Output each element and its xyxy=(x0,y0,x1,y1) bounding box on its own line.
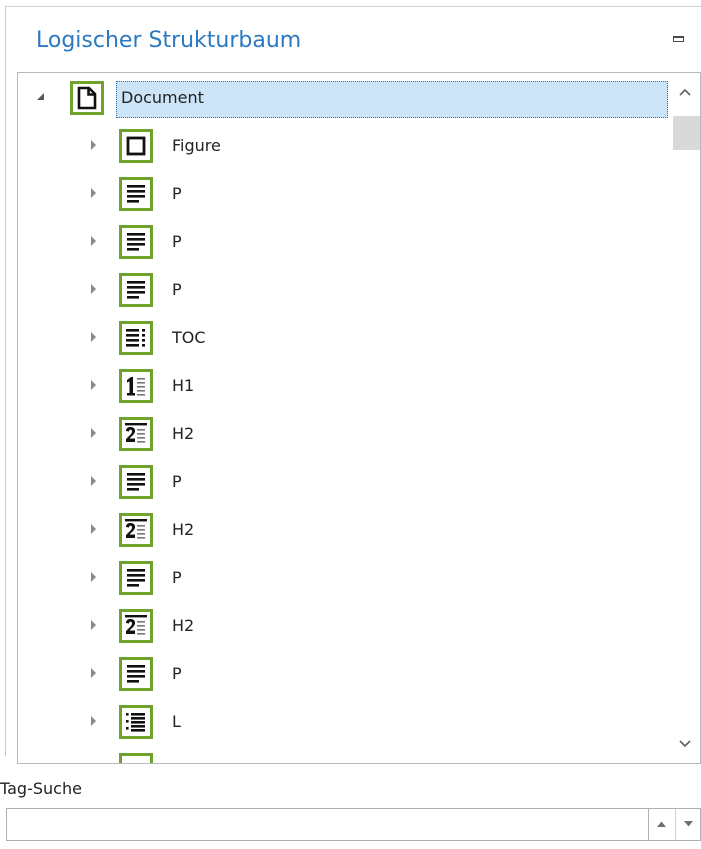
expand-arrow-icon[interactable] xyxy=(91,524,96,534)
previous-match-button[interactable] xyxy=(649,809,674,840)
panel-title: Logischer Strukturbaum xyxy=(36,28,302,53)
scroll-up-icon[interactable] xyxy=(678,85,692,99)
paragraph-icon xyxy=(119,657,153,691)
paragraph-icon xyxy=(119,561,153,595)
tree-node-label: P xyxy=(172,232,182,251)
triangle-down-icon xyxy=(684,821,693,827)
minimize-panel-button[interactable] xyxy=(673,35,687,47)
expand-arrow-icon[interactable] xyxy=(91,284,96,294)
figure-icon xyxy=(119,129,153,163)
collapse-toggle-icon[interactable] xyxy=(37,93,44,100)
partial-node-icon xyxy=(119,753,153,763)
expand-arrow-icon[interactable] xyxy=(91,716,96,726)
heading-2-icon xyxy=(119,417,153,451)
tree-node-document[interactable]: Document xyxy=(18,73,670,121)
scrollbar-thumb[interactable] xyxy=(673,116,700,150)
tree-node[interactable]: P xyxy=(18,265,670,313)
tree-node-label: H2 xyxy=(172,616,195,635)
tree-node-label: TOC xyxy=(172,328,206,347)
expand-arrow-icon[interactable] xyxy=(91,236,96,246)
document-icon xyxy=(70,81,104,115)
expand-arrow-icon[interactable] xyxy=(91,332,96,342)
tree-node[interactable]: P xyxy=(18,457,670,505)
tree-node[interactable]: H1 xyxy=(18,361,670,409)
tree-node[interactable]: TOC xyxy=(18,313,670,361)
tree-node[interactable]: H2 xyxy=(18,601,670,649)
tree-node[interactable]: P xyxy=(18,169,670,217)
minimize-icon xyxy=(673,36,684,42)
tree-node-label: Document xyxy=(121,88,204,107)
scroll-down-icon[interactable] xyxy=(678,735,692,749)
heading-2-icon xyxy=(119,513,153,547)
search-spinner xyxy=(648,808,701,841)
tree-node[interactable]: P xyxy=(18,217,670,265)
tree-node-label: P xyxy=(172,472,182,491)
heading-1-icon xyxy=(119,369,153,403)
tree-node[interactable]: H2 xyxy=(18,409,670,457)
list-icon xyxy=(119,705,153,739)
expand-arrow-icon[interactable] xyxy=(91,188,96,198)
tree-node-label: Figure xyxy=(172,136,221,155)
tree-node-label: P xyxy=(172,280,182,299)
structure-tree-panel: Logischer Strukturbaum Document Figure P P… xyxy=(0,0,701,849)
panel-left-border xyxy=(5,6,6,756)
expand-arrow-icon[interactable] xyxy=(91,428,96,438)
tree-node-label: P xyxy=(172,568,182,587)
paragraph-icon xyxy=(119,177,153,211)
structure-tree: Document Figure P P P TOC H1 H2 P H2 P H2 P L xyxy=(17,72,701,764)
paragraph-icon xyxy=(119,273,153,307)
tree-node-label: H2 xyxy=(172,424,195,443)
tree-node[interactable]: L xyxy=(18,697,670,745)
expand-arrow-icon[interactable] xyxy=(91,572,96,582)
next-match-button[interactable] xyxy=(675,809,701,840)
paragraph-icon xyxy=(119,225,153,259)
tree-node-label: H1 xyxy=(172,376,195,395)
tree-node[interactable]: H2 xyxy=(18,505,670,553)
tree-node-label: H2 xyxy=(172,520,195,539)
expand-arrow-icon[interactable] xyxy=(91,380,96,390)
expand-arrow-icon[interactable] xyxy=(91,668,96,678)
vertical-scrollbar[interactable] xyxy=(670,73,700,763)
toc-icon xyxy=(119,321,153,355)
panel-top-border xyxy=(5,6,701,7)
triangle-up-icon xyxy=(657,821,666,827)
tag-search-input[interactable] xyxy=(6,808,648,841)
tree-node[interactable]: Figure xyxy=(18,121,670,169)
paragraph-icon xyxy=(119,465,153,499)
expand-arrow-icon[interactable] xyxy=(91,140,96,150)
tree-node-label: P xyxy=(172,184,182,203)
expand-arrow-icon[interactable] xyxy=(91,620,96,630)
heading-2-icon xyxy=(119,609,153,643)
tree-node[interactable]: P xyxy=(18,649,670,697)
expand-arrow-icon[interactable] xyxy=(91,476,96,486)
tree-node[interactable]: P xyxy=(18,553,670,601)
tag-search-label: Tag-Suche xyxy=(0,779,82,798)
tree-node-label: L xyxy=(172,712,181,731)
tree-viewport: Document Figure P P P TOC H1 H2 P H2 P H2 P L xyxy=(18,73,670,763)
tree-node-label: P xyxy=(172,664,182,683)
